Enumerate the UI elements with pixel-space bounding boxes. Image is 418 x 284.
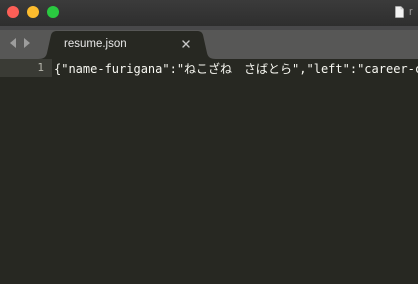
chevron-right-icon[interactable] [24, 38, 30, 48]
close-icon[interactable] [180, 38, 192, 50]
line-number: 1 [37, 61, 44, 74]
document-icon [395, 6, 404, 18]
code-editor[interactable]: 1 {"name-furigana":"ねこざね さばとら","left":"c… [0, 59, 418, 284]
minimize-window-button[interactable] [27, 6, 39, 18]
window-title: r [409, 6, 413, 18]
editor-window: r resume.json 1 {"name-furigana":"ねこざね さ… [0, 0, 418, 284]
maximize-window-button[interactable] [47, 6, 59, 18]
tab-navigation-arrows [10, 38, 30, 48]
tab-label: resume.json [64, 38, 127, 50]
close-window-button[interactable] [7, 6, 19, 18]
chevron-left-icon[interactable] [10, 38, 16, 48]
title-bar: r [0, 0, 418, 26]
code-line[interactable]: {"name-furigana":"ねこざね さばとら","left":"car… [54, 60, 418, 77]
